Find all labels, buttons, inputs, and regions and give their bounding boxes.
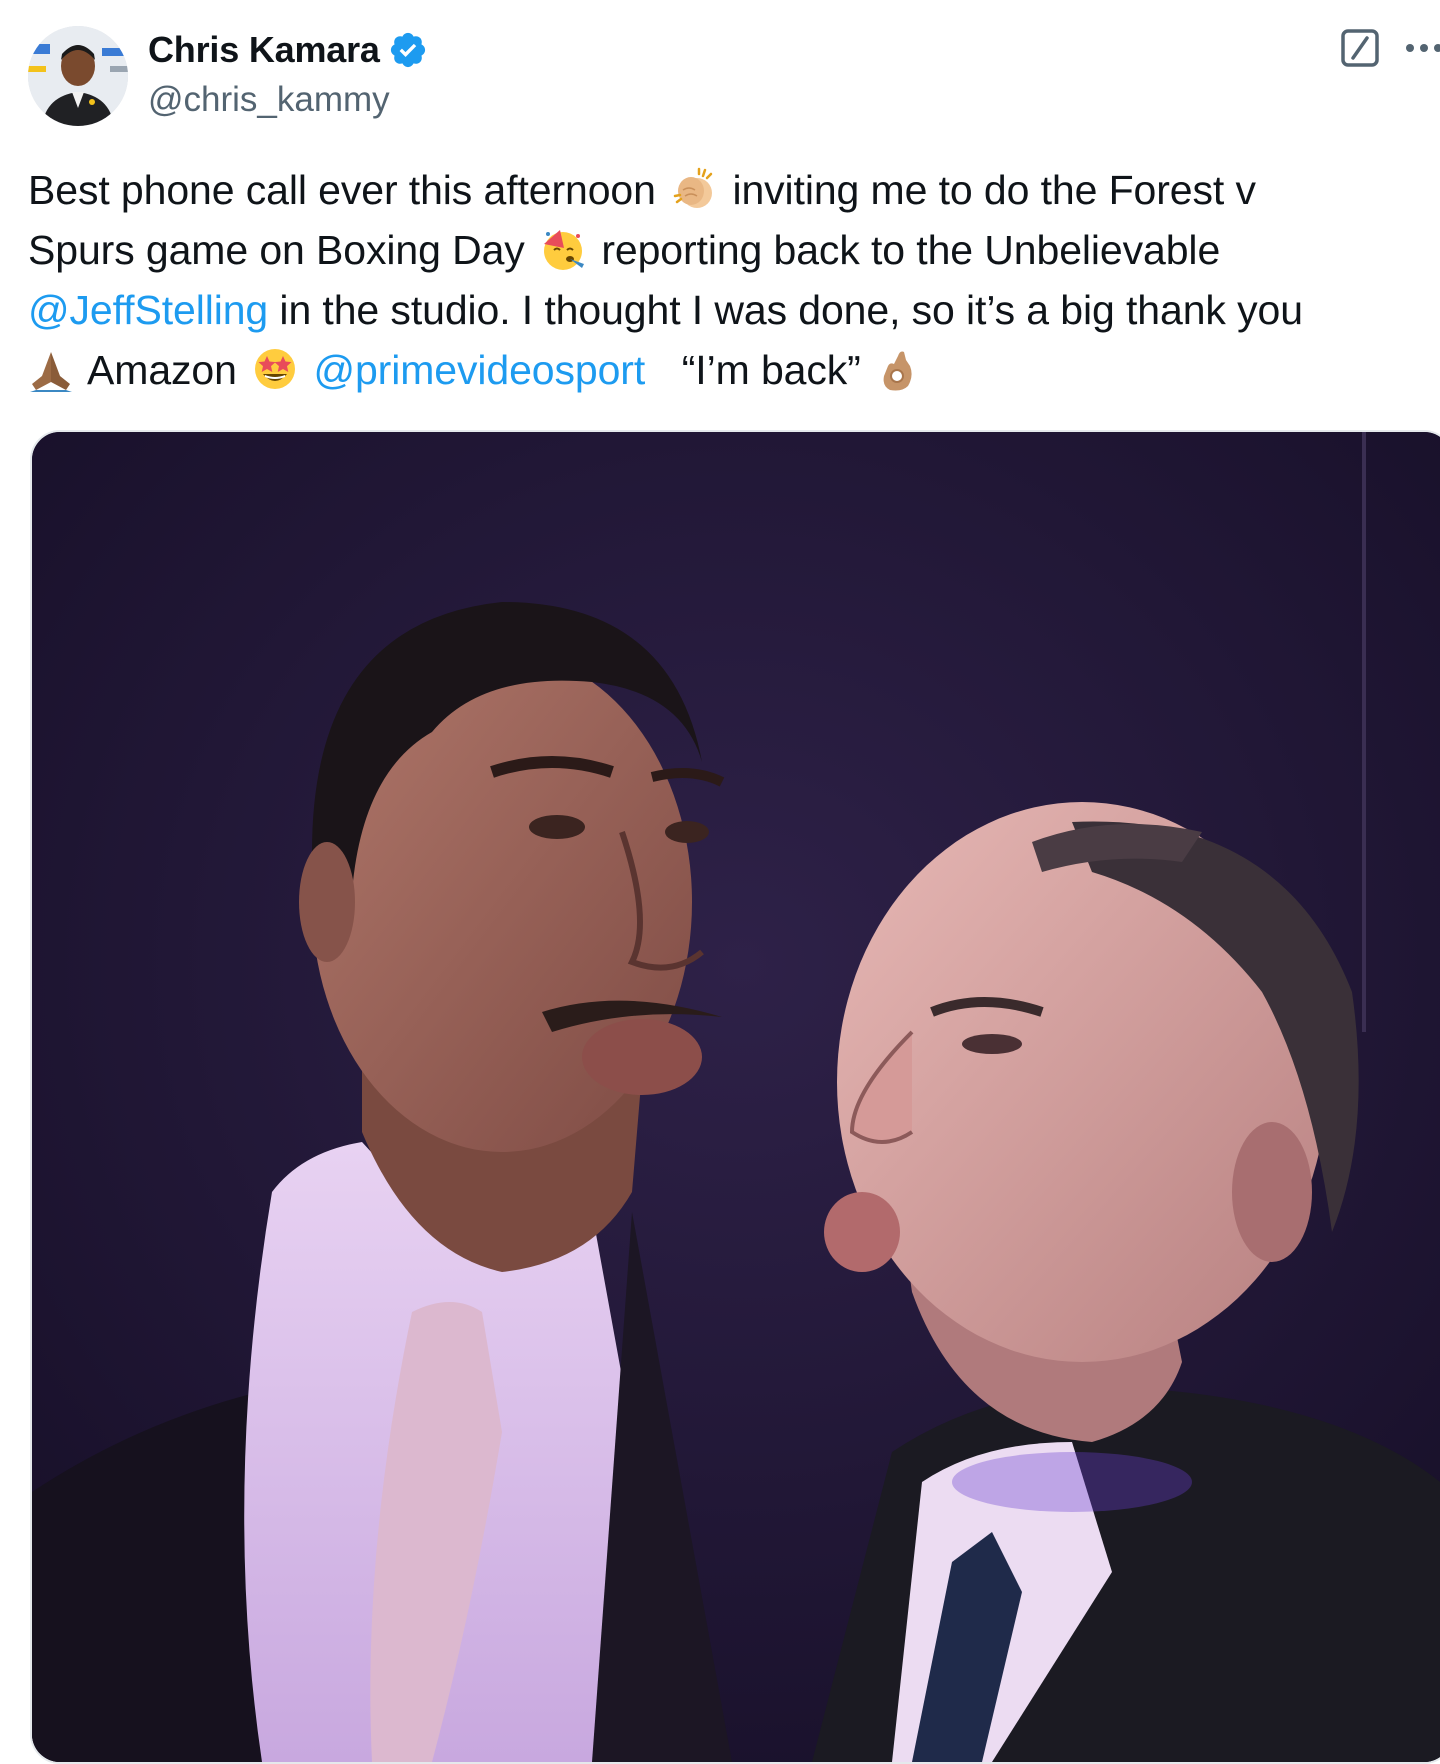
ok-hand-icon (883, 351, 912, 391)
tweet-text-line: Best phone call ever this afternoon invi… (28, 160, 1428, 220)
tweet-text-line: Amazon @primevideosport “I’m back” (28, 340, 1428, 400)
tweet: Chris Kamara @chris_kammy Best phone cal… (0, 0, 1440, 1764)
verified-badge-icon[interactable] (388, 30, 428, 70)
tweet-text-segment: “I’m back” (681, 347, 861, 393)
tweet-photo[interactable] (30, 430, 1440, 1764)
partying-face-icon (544, 230, 585, 270)
star-struck-icon (255, 349, 296, 389)
tweet-text-segment: Spurs game on Boxing Day (28, 227, 525, 273)
author-display-name[interactable]: Chris Kamara (148, 29, 380, 71)
mention-primevideosport-link[interactable]: @primevideosport (313, 347, 645, 393)
author-handle[interactable]: @chris_kammy (148, 80, 428, 120)
tweet-text-line: @JeffStelling in the studio. I thought I… (28, 280, 1428, 340)
author-avatar[interactable] (28, 26, 128, 126)
tweet-top-actions (1340, 28, 1440, 68)
tweet-text-segment: Best phone call ever this afternoon (28, 167, 656, 213)
clapping-hands-icon (673, 167, 713, 208)
tweet-text: Best phone call ever this afternoon invi… (28, 160, 1428, 400)
avatar-image (28, 26, 128, 126)
author-info: Chris Kamara @chris_kammy (148, 26, 428, 120)
mention-jeffstelling-link[interactable]: @JeffStelling (28, 287, 268, 333)
photo-content (32, 432, 1440, 1762)
more-options-icon[interactable] (1402, 38, 1440, 58)
tweet-text-segment: reporting back to the Unbelievable (601, 227, 1221, 273)
tweet-text-segment: in the studio. I thought I was done, so … (268, 287, 1303, 333)
folded-hands-icon (30, 352, 72, 392)
tweet-text-line: Spurs game on Boxing Day reporting back … (28, 220, 1428, 280)
grok-icon[interactable] (1340, 28, 1380, 68)
tweet-text-segment: Amazon (87, 347, 237, 393)
tweet-text-segment: inviting me to do the Forest v (732, 167, 1256, 213)
